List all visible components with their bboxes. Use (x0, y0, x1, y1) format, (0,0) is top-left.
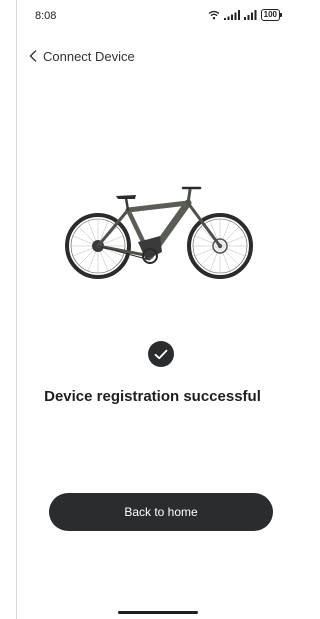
window-edge (16, 0, 17, 619)
signal-icon-2 (243, 10, 257, 20)
home-indicator (118, 611, 198, 614)
page-title: Connect Device (43, 48, 135, 64)
chevron-left-icon (29, 50, 37, 62)
bike-frame (96, 186, 222, 264)
header: Connect Device (17, 44, 288, 68)
status-icons: 100 (208, 9, 283, 21)
signal-icon-1 (223, 10, 240, 20)
battery-icon: 100 (260, 9, 283, 21)
back-to-home-button[interactable]: Back to home (49, 493, 273, 531)
status-bar: 8:08 100 (17, 0, 288, 34)
status-time: 8:08 (35, 10, 57, 22)
back-button[interactable]: Connect Device (17, 49, 135, 64)
check-circle-icon (148, 341, 174, 367)
bike-image (62, 180, 258, 290)
success-message: Device registration successful (44, 388, 261, 405)
wifi-icon (208, 10, 220, 20)
